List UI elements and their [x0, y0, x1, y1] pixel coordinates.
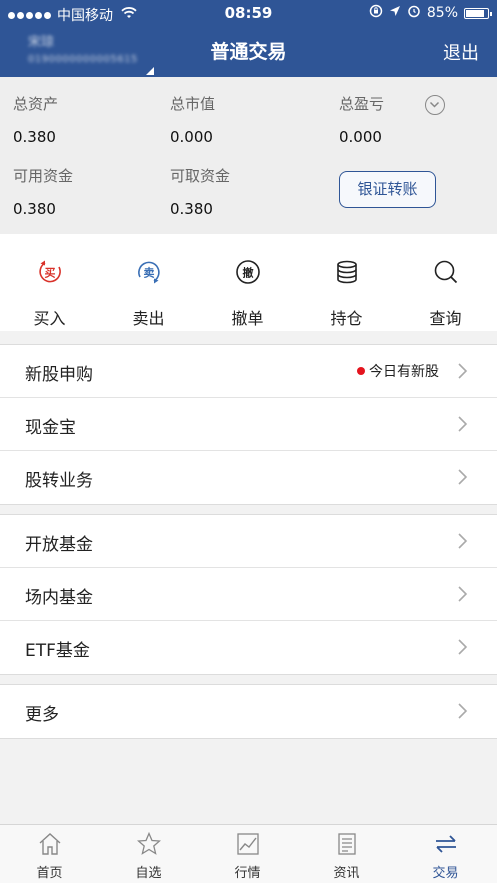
action-label: 卖出: [132, 309, 165, 328]
action-label: 查询: [429, 309, 462, 328]
chevron-right-icon: [453, 468, 471, 486]
action-buy[interactable]: 买 买入: [0, 234, 99, 331]
rotation-lock-icon: [369, 4, 383, 22]
menu-item-open-fund[interactable]: 开放基金: [0, 515, 497, 568]
available-funds-value: 0.380: [13, 200, 56, 218]
status-bar: 中国移动 08:59 85%: [0, 0, 497, 26]
action-sell[interactable]: 卖 卖出: [99, 234, 198, 331]
tab-label: 自选: [135, 866, 162, 881]
menu-item-label: 场内基金: [25, 588, 93, 608]
chevron-right-icon: [453, 415, 471, 433]
svg-text:撤: 撤: [243, 266, 254, 280]
action-holdings[interactable]: 持仓: [297, 234, 396, 331]
account-dropdown-corner-icon: [146, 67, 154, 75]
red-dot-icon: [357, 367, 365, 375]
menu-item-share-transfer[interactable]: 股转业务: [0, 451, 497, 504]
menu-group-funds: 开放基金 场内基金 ETF基金: [0, 514, 497, 675]
expand-summary-chevron-icon[interactable]: [425, 95, 445, 115]
search-icon: [433, 259, 459, 285]
page-title: 普通交易: [210, 41, 287, 63]
status-right: 85%: [369, 4, 492, 22]
location-icon: [389, 5, 401, 21]
menu-item-label: 股转业务: [25, 471, 93, 491]
available-funds-label: 可用资金: [13, 167, 74, 185]
alarm-icon: [407, 4, 421, 22]
chevron-right-icon: [453, 585, 471, 603]
menu-item-exchange-fund[interactable]: 场内基金: [0, 568, 497, 621]
menu-item-label: 开放基金: [25, 535, 93, 555]
menu-item-cash-treasure[interactable]: 现金宝: [0, 398, 497, 451]
tab-trade[interactable]: 交易: [396, 825, 495, 883]
action-query[interactable]: 查询: [396, 234, 495, 331]
total-pl-label: 总盈亏: [339, 95, 385, 113]
home-icon: [38, 832, 62, 856]
withdrawable-funds-value: 0.380: [170, 200, 213, 218]
action-cancel-order[interactable]: 撤 撤单: [198, 234, 297, 331]
withdrawable-funds-label: 可取资金: [170, 167, 231, 185]
sell-icon: 卖: [136, 259, 162, 285]
chevron-right-icon: [453, 362, 471, 380]
total-pl-value: 0.000: [339, 128, 382, 146]
menu-item-label: ETF基金: [25, 641, 90, 661]
tab-label: 首页: [36, 866, 63, 881]
svg-text:买: 买: [45, 267, 56, 280]
menu-item-more[interactable]: 更多: [0, 685, 497, 738]
tab-watchlist[interactable]: 自选: [99, 825, 198, 883]
news-icon: [335, 832, 359, 856]
quick-actions: 买 买入 卖 卖出 撤 撤单 持仓 查询: [0, 234, 497, 331]
menu-group-ipo: 新股申购 今日有新股 现金宝 股转业务: [0, 344, 497, 505]
cancel-order-icon: 撤: [235, 259, 261, 285]
tab-market[interactable]: 行情: [198, 825, 297, 883]
bottom-tab-bar: 首页 自选 行情 资讯 交易: [0, 824, 497, 883]
holdings-icon: [334, 259, 360, 285]
tab-label: 资讯: [333, 866, 360, 881]
trade-arrows-icon: [434, 832, 458, 856]
action-label: 撤单: [231, 309, 264, 328]
tab-home[interactable]: 首页: [0, 825, 99, 883]
total-assets-label: 总资产: [13, 95, 59, 113]
action-label: 持仓: [330, 309, 363, 328]
battery-icon: [464, 7, 492, 19]
market-value-label: 总市值: [170, 95, 216, 113]
menu-item-etf-fund[interactable]: ETF基金: [0, 621, 497, 674]
exit-button[interactable]: 退出: [443, 39, 479, 65]
svg-text:卖: 卖: [144, 266, 155, 280]
tab-news[interactable]: 资讯: [297, 825, 396, 883]
bank-securities-transfer-button[interactable]: 银证转账: [339, 171, 436, 208]
total-assets-value: 0.380: [13, 128, 56, 146]
battery-percent: 85%: [426, 5, 458, 21]
chevron-right-icon: [453, 638, 471, 656]
menu-item-label: 现金宝: [25, 418, 76, 438]
tab-label: 交易: [432, 866, 459, 881]
chevron-right-icon: [453, 702, 471, 720]
buy-icon: 买: [37, 259, 63, 285]
menu-item-ipo-subscription[interactable]: 新股申购 今日有新股: [0, 345, 497, 398]
action-label: 买入: [33, 309, 66, 328]
top-bar: 中国移动 08:59 85% 宋琼 0190000000005615 普通交易 …: [0, 0, 497, 77]
account-summary: [0, 77, 497, 234]
new-ipo-badge: 今日有新股: [357, 361, 439, 381]
market-value-value: 0.000: [170, 128, 213, 146]
menu-item-label: 新股申购: [25, 365, 93, 385]
chevron-right-icon: [453, 532, 471, 550]
menu-group-more: 更多: [0, 684, 497, 739]
market-chart-icon: [236, 832, 260, 856]
menu-item-label: 更多: [25, 705, 59, 725]
star-icon: [136, 831, 162, 856]
badge-text: 今日有新股: [369, 364, 439, 380]
tab-label: 行情: [234, 866, 261, 881]
